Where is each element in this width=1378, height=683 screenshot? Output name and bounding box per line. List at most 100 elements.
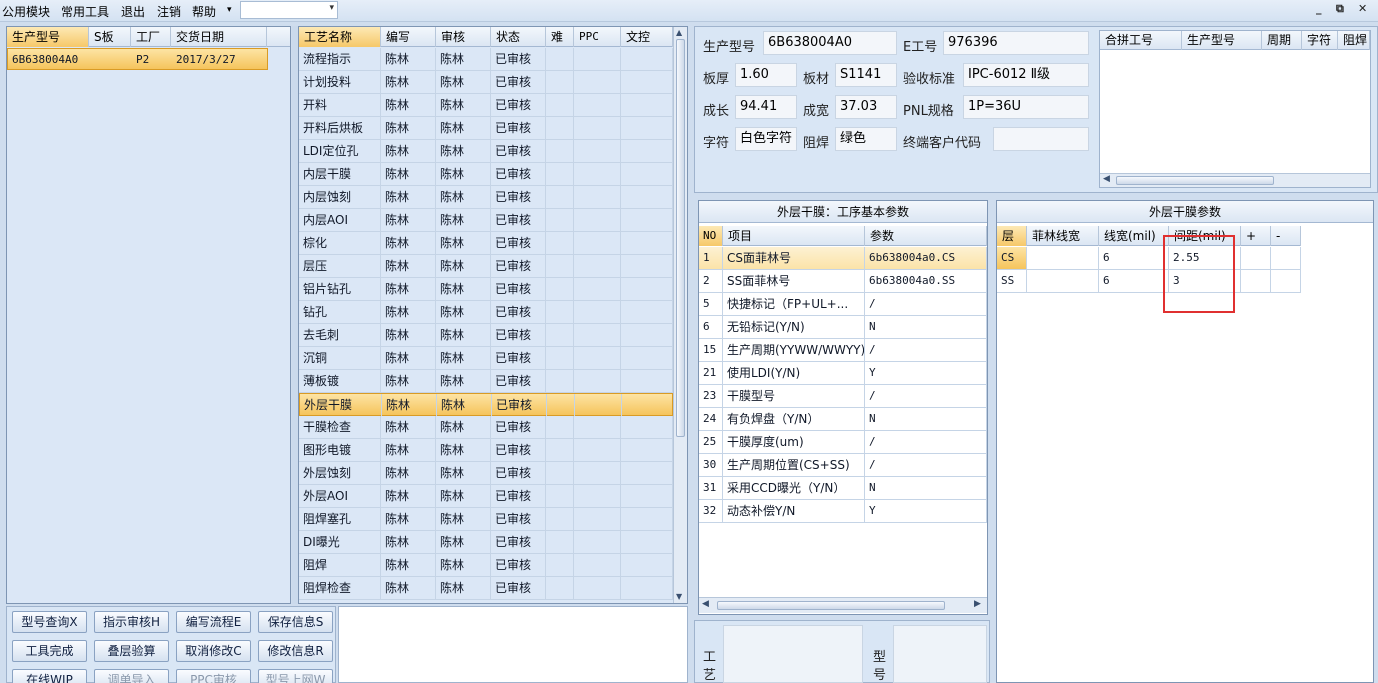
- process-row[interactable]: LDI定位孔 陈林 陈林 已审核: [299, 140, 673, 163]
- process-row[interactable]: 钻孔 陈林 陈林 已审核: [299, 301, 673, 324]
- col-header-merge-period[interactable]: 周期: [1262, 31, 1302, 50]
- param-row[interactable]: 5 快捷标记（FP+UL+... /: [699, 293, 987, 316]
- order-row[interactable]: 6B638004A0 P2 2017/3/27: [7, 48, 268, 70]
- menu-logout[interactable]: 注销: [157, 3, 181, 20]
- param-row[interactable]: 30 生产周期位置(CS+SS) /: [699, 454, 987, 477]
- menu-help[interactable]: 帮助: [192, 3, 216, 20]
- scroll-up-icon[interactable]: ▲: [676, 28, 682, 37]
- process-row[interactable]: 开料后烘板 陈林 陈林 已审核: [299, 117, 673, 140]
- col-header-reviewer[interactable]: 审核: [436, 27, 491, 47]
- process-row[interactable]: 外层AOI 陈林 陈林 已审核: [299, 485, 673, 508]
- param-row[interactable]: 2 SS面菲林号 6b638004a0.SS: [699, 270, 987, 293]
- film-plus[interactable]: [1241, 270, 1271, 292]
- scroll-thumb[interactable]: [1116, 176, 1274, 185]
- model-field[interactable]: 6B638004A0: [763, 31, 897, 55]
- minimize-icon[interactable]: _: [1316, 2, 1322, 15]
- menu-exit[interactable]: 退出: [121, 3, 145, 20]
- process-row[interactable]: 干膜检查 陈林 陈林 已审核: [299, 416, 673, 439]
- scroll-thumb[interactable]: [717, 601, 945, 610]
- col-header-merge-model[interactable]: 生产型号: [1182, 31, 1262, 50]
- help-dropdown-icon[interactable]: ▾: [227, 5, 232, 15]
- film-row[interactable]: CS 6 2.55: [997, 247, 1301, 270]
- process-row[interactable]: 薄板镀 陈林 陈林 已审核: [299, 370, 673, 393]
- chevron-down-icon[interactable]: ▾: [329, 3, 334, 13]
- param-row[interactable]: 1 CS面菲林号 6b638004a0.CS: [699, 247, 987, 270]
- scroll-down-icon[interactable]: ▼: [676, 592, 682, 601]
- col-header-plus[interactable]: +: [1241, 226, 1271, 246]
- tool-complete-button[interactable]: 工具完成: [12, 640, 87, 662]
- merge-hscroll[interactable]: ◀: [1100, 173, 1370, 187]
- col-header-factory[interactable]: 工厂: [131, 27, 171, 47]
- process-row[interactable]: 铝片钻孔 陈林 陈林 已审核: [299, 278, 673, 301]
- process-row[interactable]: 开料 陈林 陈林 已审核: [299, 94, 673, 117]
- restore-icon[interactable]: ⧉: [1336, 2, 1344, 16]
- process-row[interactable]: 内层蚀刻 陈林 陈林 已审核: [299, 186, 673, 209]
- process-text-field[interactable]: [723, 625, 863, 683]
- process-row[interactable]: 阻焊 陈林 陈林 已审核: [299, 554, 673, 577]
- process-row[interactable]: 外层干膜 陈林 陈林 已审核: [299, 393, 673, 416]
- process-row[interactable]: 内层干膜 陈林 陈林 已审核: [299, 163, 673, 186]
- width-field[interactable]: 37.03: [835, 95, 897, 119]
- process-row[interactable]: 图形电镀 陈林 陈林 已审核: [299, 439, 673, 462]
- col-header-doc-control[interactable]: 文控: [621, 27, 673, 47]
- col-header-film-line-width[interactable]: 菲林线宽: [1027, 226, 1099, 246]
- col-header-delivery-date[interactable]: 交货日期: [171, 27, 267, 47]
- length-field[interactable]: 94.41: [735, 95, 797, 119]
- col-header-difficulty[interactable]: 难: [546, 27, 574, 47]
- menu-common-tools[interactable]: 常用工具: [61, 3, 109, 20]
- mask-field[interactable]: 绿色: [835, 127, 897, 151]
- param-row[interactable]: 25 干膜厚度(um) /: [699, 431, 987, 454]
- param-row[interactable]: 6 无铅标记(Y/N) N: [699, 316, 987, 339]
- model-text-field[interactable]: [893, 625, 987, 683]
- col-header-merge-mask[interactable]: 阻焊: [1338, 31, 1370, 50]
- col-header-minus[interactable]: -: [1271, 226, 1301, 246]
- cancel-edit-button[interactable]: 取消修改C: [176, 640, 251, 662]
- col-header-line-width[interactable]: 线宽(mil): [1099, 226, 1169, 246]
- col-header-merge-eno[interactable]: 合拼工号: [1100, 31, 1182, 50]
- online-wip-button[interactable]: 在线WIP: [12, 669, 87, 683]
- col-header-item[interactable]: 项目: [723, 226, 865, 246]
- col-header-param[interactable]: 参数: [865, 226, 987, 246]
- param-row[interactable]: 31 采用CCD曝光（Y/N） N: [699, 477, 987, 500]
- ppc-review-button[interactable]: PPC审核: [176, 669, 251, 683]
- material-field[interactable]: S1141: [835, 63, 897, 87]
- basic-hscroll[interactable]: ◀ ▶: [699, 597, 987, 613]
- process-vscroll[interactable]: ▲ ▼: [673, 27, 687, 603]
- process-row[interactable]: DI曝光 陈林 陈林 已审核: [299, 531, 673, 554]
- film-row[interactable]: SS 6 3: [997, 270, 1301, 293]
- pnl-field[interactable]: 1P=36U: [963, 95, 1089, 119]
- col-header-process-name[interactable]: 工艺名称: [299, 27, 381, 47]
- stack-check-button[interactable]: 叠层验算: [94, 640, 169, 662]
- scroll-left-icon[interactable]: ◀: [702, 599, 709, 609]
- process-row[interactable]: 计划投料 陈林 陈林 已审核: [299, 71, 673, 94]
- process-row[interactable]: 内层AOI 陈林 陈林 已审核: [299, 209, 673, 232]
- param-row[interactable]: 21 使用LDI(Y/N) Y: [699, 362, 987, 385]
- film-minus[interactable]: [1271, 270, 1301, 292]
- model-query-button[interactable]: 型号查询X: [12, 611, 87, 633]
- write-flow-button[interactable]: 编写流程E: [176, 611, 251, 633]
- process-row[interactable]: 阻焊塞孔 陈林 陈林 已审核: [299, 508, 673, 531]
- eno-field[interactable]: 976396: [943, 31, 1089, 55]
- save-info-button[interactable]: 保存信息S: [258, 611, 333, 633]
- param-row[interactable]: 15 生产周期(YYWW/WWYY) /: [699, 339, 987, 362]
- param-row[interactable]: 24 有负焊盘（Y/N） N: [699, 408, 987, 431]
- process-row[interactable]: 层压 陈林 陈林 已审核: [299, 255, 673, 278]
- std-field[interactable]: IPC-6012 Ⅱ级: [963, 63, 1089, 87]
- scroll-left-icon[interactable]: ◀: [1103, 174, 1110, 184]
- modify-info-button[interactable]: 修改信息R: [258, 640, 333, 662]
- process-row[interactable]: 棕化 陈林 陈林 已审核: [299, 232, 673, 255]
- model-online-button[interactable]: 型号上网W: [258, 669, 333, 683]
- process-row[interactable]: 阻焊检查 陈林 陈林 已审核: [299, 577, 673, 600]
- thickness-field[interactable]: 1.60: [735, 63, 797, 87]
- col-header-no[interactable]: NO: [699, 226, 723, 246]
- menu-public-modules[interactable]: 公用模块: [2, 3, 50, 20]
- process-row[interactable]: 流程指示 陈林 陈林 已审核: [299, 48, 673, 71]
- process-row[interactable]: 外层蚀刻 陈林 陈林 已审核: [299, 462, 673, 485]
- param-row[interactable]: 32 动态补偿Y/N Y: [699, 500, 987, 523]
- col-header-s-board[interactable]: S板: [89, 27, 131, 47]
- char-field[interactable]: 白色字符: [735, 127, 797, 151]
- col-header-model[interactable]: 生产型号: [7, 27, 89, 47]
- col-header-layer[interactable]: 层: [997, 226, 1027, 246]
- col-header-ppc[interactable]: PPC: [574, 27, 621, 47]
- process-row[interactable]: 去毛刺 陈林 陈林 已审核: [299, 324, 673, 347]
